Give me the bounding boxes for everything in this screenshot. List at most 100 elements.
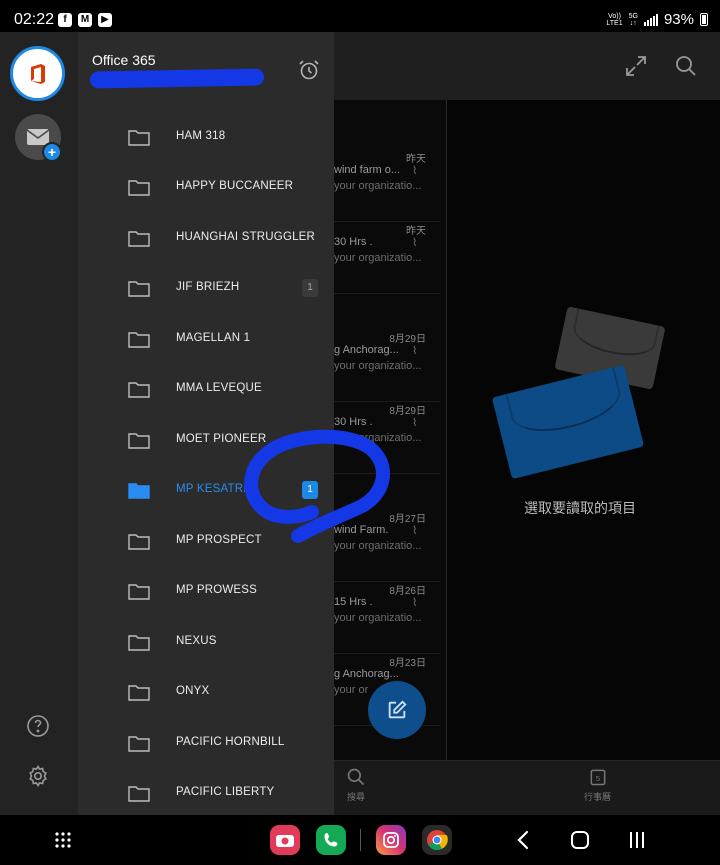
tab-calendar[interactable]: 5 行事曆 — [584, 767, 611, 803]
folder-item[interactable]: JIF BRIEZH 1 — [78, 263, 334, 313]
account-name: Office 365 — [92, 52, 156, 68]
expand-icon[interactable] — [624, 54, 648, 78]
status-notification-icons: f M ▶ — [58, 13, 112, 27]
instagram-app-icon[interactable] — [376, 825, 406, 855]
search-tab-icon — [347, 768, 365, 786]
chrome-app-icon[interactable] — [422, 825, 452, 855]
mail-date: 8月27日 — [389, 514, 426, 525]
tab-calendar-label: 行事曆 — [584, 792, 612, 802]
calendar-icon: 5 — [590, 769, 605, 786]
mail-subject: g Anchorag... — [334, 668, 399, 680]
office365-account-avatar[interactable] — [10, 46, 65, 101]
attachment-icon: ⌇ — [412, 597, 418, 609]
folder-item[interactable]: HAPPY BUCCANEER — [78, 162, 334, 212]
alarm-clock-icon[interactable] — [297, 58, 321, 82]
reading-pane-empty-text: 選取要讀取的項目 — [524, 500, 636, 516]
status-time: 02:22 — [14, 11, 55, 28]
status-right: Vo)) LTE1 5G ↓↑ 93% — [606, 11, 708, 28]
volte-indicator: Vo)) LTE1 — [606, 12, 623, 27]
camera-app-icon[interactable] — [270, 825, 300, 855]
folder-icon — [128, 332, 150, 348]
5g-indicator: 5G ↓↑ — [628, 12, 638, 27]
folder-item[interactable]: PACIFIC LIBERTY — [78, 768, 334, 818]
home-icon[interactable] — [570, 830, 590, 850]
folder-label: ONYX — [176, 685, 210, 697]
folder-label: MP KESATRIA — [176, 483, 255, 495]
mail-preview: your organizatio... — [334, 432, 422, 444]
folder-item[interactable]: HAM 318 — [78, 112, 334, 162]
phone-app-icon[interactable] — [316, 825, 346, 855]
folder-icon — [128, 635, 150, 651]
folder-label: MAGELLAN 1 — [176, 332, 251, 344]
signal-icon — [643, 13, 658, 26]
gmail-icon: M — [78, 13, 92, 27]
folder-icon — [128, 736, 150, 752]
facebook-icon: f — [58, 13, 72, 27]
help-icon[interactable] — [26, 714, 50, 738]
mail-date: 昨天 — [406, 154, 426, 165]
compose-icon — [388, 700, 407, 719]
back-icon[interactable] — [516, 830, 530, 850]
folder-item[interactable]: MAGELLAN 1 — [78, 314, 334, 364]
folder-item[interactable]: MP PROSPECT — [78, 516, 334, 566]
account-rail: + — [0, 32, 78, 815]
folder-label: HAPPY BUCCANEER — [176, 180, 294, 192]
mail-subject: 30 Hrs . — [334, 236, 373, 248]
folder-label: MP PROSPECT — [176, 534, 262, 546]
mail-subject: 15 Hrs . — [334, 596, 373, 608]
folder-label: MMA LEVEQUE — [176, 382, 262, 394]
folder-icon — [128, 130, 150, 146]
mail-subject: 30 Hrs . — [334, 416, 373, 428]
folder-item[interactable]: MOET PIONEER — [78, 415, 334, 465]
mail-preview: your or — [334, 684, 369, 696]
folder-label: PACIFIC HORNBILL — [176, 736, 285, 748]
mail-date: 8月29日 — [389, 334, 426, 345]
folder-icon — [128, 382, 150, 398]
mail-preview: your organizatio... — [334, 360, 422, 372]
folder-item-selected[interactable]: MP KESATRIA 1 — [78, 465, 334, 515]
mail-date: 8月26日 — [389, 586, 426, 597]
app-drawer-icon[interactable] — [54, 831, 72, 849]
folder-icon — [128, 180, 150, 196]
folder-item[interactable]: ONYX — [78, 667, 334, 717]
attachment-icon: ⌇ — [412, 237, 418, 249]
folder-icon — [128, 786, 150, 802]
battery-percent: 93% — [663, 11, 694, 28]
unread-count-badge: 1 — [302, 481, 318, 499]
folder-item[interactable]: HUANGHAI STRUGGLER — [78, 213, 334, 263]
dock-divider — [360, 829, 361, 851]
folder-item[interactable]: MMA LEVEQUE — [78, 364, 334, 414]
compose-button[interactable] — [368, 681, 426, 739]
phone-icon — [324, 833, 338, 847]
folder-label: JIF BRIEZH — [176, 281, 240, 293]
folder-label: NEXUS — [176, 635, 217, 647]
folder-icon — [128, 685, 150, 701]
folder-drawer: + Office 365 xxxxxxxxxxxxxxx HAM 318 HAP… — [0, 32, 334, 815]
battery-icon — [700, 13, 708, 26]
folder-label: PACIFIC LIBERTY — [176, 786, 275, 798]
office-logo-icon — [30, 63, 45, 84]
folder-item[interactable]: PACIFIC HORNBILL — [78, 718, 334, 768]
mail-preview: your organizatio... — [334, 252, 422, 264]
mail-preview: your organizatio... — [334, 180, 422, 192]
add-icon: + — [42, 142, 62, 162]
mail-preview: your organizatio... — [334, 540, 422, 552]
mail-date: 8月23日 — [389, 658, 426, 669]
youtube-icon: ▶ — [98, 13, 112, 27]
attachment-icon: ⌇ — [412, 165, 418, 177]
mail-date: 昨天 — [406, 226, 426, 237]
folder-label: HUANGHAI STRUGGLER — [176, 231, 316, 243]
folder-icon — [128, 231, 150, 247]
attachment-icon: ⌇ — [412, 345, 418, 357]
tab-search[interactable]: 搜尋 — [346, 767, 366, 803]
pane-divider[interactable] — [446, 100, 447, 760]
gear-icon[interactable] — [26, 764, 50, 788]
search-icon[interactable] — [674, 54, 698, 78]
folder-item[interactable]: NEXUS — [78, 617, 334, 667]
folder-label: MOET PIONEER — [176, 433, 267, 445]
recent-apps-icon[interactable] — [628, 830, 646, 850]
folder-item[interactable]: MP PROWESS — [78, 566, 334, 616]
mail-subject: wind farm o... — [334, 164, 401, 176]
folder-icon — [128, 584, 150, 600]
chrome-icon — [427, 830, 448, 851]
